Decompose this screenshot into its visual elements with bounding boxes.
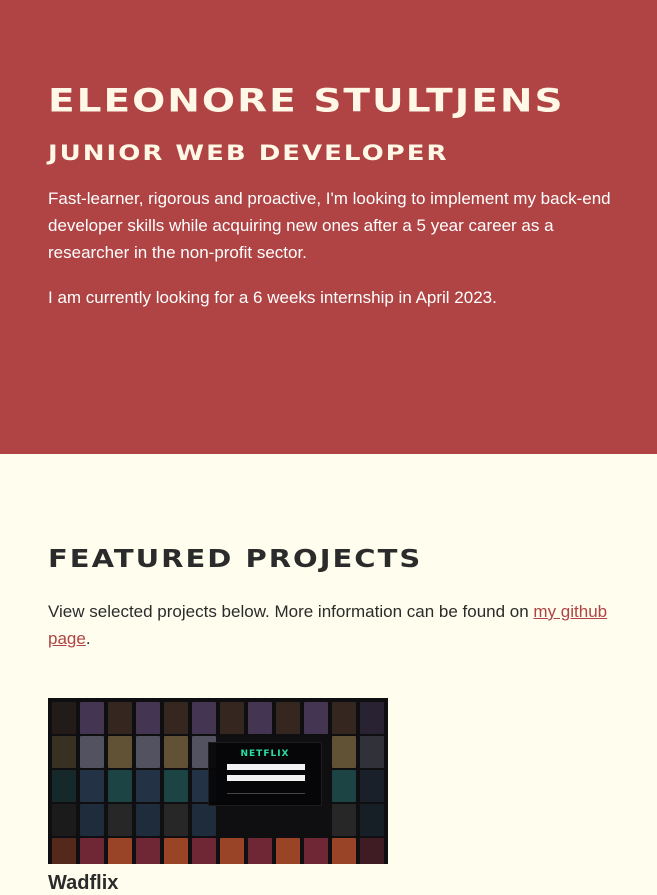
poster-tile (332, 838, 356, 864)
poster-tile (80, 736, 104, 768)
name-heading: Eleonore Stultjens (48, 82, 565, 120)
poster-tile (360, 838, 384, 864)
poster-tile (164, 736, 188, 768)
poster-tile (136, 804, 160, 836)
poster-tile (136, 838, 160, 864)
password-field-preview (227, 775, 305, 781)
projects-intro: View selected projects below. More infor… (48, 598, 608, 652)
poster-tile (304, 838, 328, 864)
poster-tile (248, 702, 272, 734)
poster-tile (248, 838, 272, 864)
poster-tile (332, 770, 356, 802)
poster-tile (332, 736, 356, 768)
intro-text: View selected projects below. More infor… (48, 602, 534, 621)
role-heading: Junior Web Developer (48, 141, 449, 166)
poster-tile (332, 804, 356, 836)
poster-tile (52, 770, 76, 802)
poster-tile (304, 702, 328, 734)
poster-tile (192, 702, 216, 734)
email-field-preview (227, 764, 305, 770)
poster-tile (52, 702, 76, 734)
poster-tile (164, 804, 188, 836)
poster-tile (332, 702, 356, 734)
bio-text: Fast-learner, rigorous and proactive, I'… (48, 189, 611, 262)
poster-tile (360, 770, 384, 802)
poster-tile (108, 804, 132, 836)
poster-tile (136, 702, 160, 734)
login-preview: NETFLIX (208, 742, 322, 806)
poster-tile (52, 838, 76, 864)
poster-tile (52, 736, 76, 768)
project-title[interactable]: Wadflix (48, 872, 609, 895)
poster-tile (52, 804, 76, 836)
poster-tile (164, 770, 188, 802)
hero-section: Eleonore Stultjens Junior Web Developer … (0, 0, 657, 454)
poster-tile (220, 702, 244, 734)
poster-tile (136, 736, 160, 768)
intro-end: . (85, 629, 91, 648)
poster-tile (136, 770, 160, 802)
poster-tile (360, 702, 384, 734)
status-text: I am currently looking for a 6 weeks int… (48, 288, 497, 307)
poster-tile (164, 702, 188, 734)
poster-tile (220, 838, 244, 864)
projects-section: Featured Projects View selected projects… (0, 454, 657, 895)
poster-tile (80, 804, 104, 836)
thumbnail-logo: NETFLIX (240, 749, 290, 759)
poster-tile (360, 804, 384, 836)
project-card[interactable]: NETFLIX Wadflix (48, 698, 609, 895)
login-buttons-preview (227, 793, 305, 799)
project-thumbnail[interactable]: NETFLIX (48, 698, 388, 864)
poster-tile (108, 838, 132, 864)
poster-tile (360, 736, 384, 768)
poster-tile (80, 702, 104, 734)
poster-tile (80, 838, 104, 864)
poster-tile (192, 838, 216, 864)
poster-tile (108, 702, 132, 734)
poster-tile (108, 736, 132, 768)
poster-tile (192, 804, 216, 836)
poster-tile (80, 770, 104, 802)
poster-tile (108, 770, 132, 802)
poster-tile (276, 702, 300, 734)
poster-tile (164, 838, 188, 864)
poster-tile (276, 838, 300, 864)
projects-heading: Featured Projects (48, 544, 423, 573)
